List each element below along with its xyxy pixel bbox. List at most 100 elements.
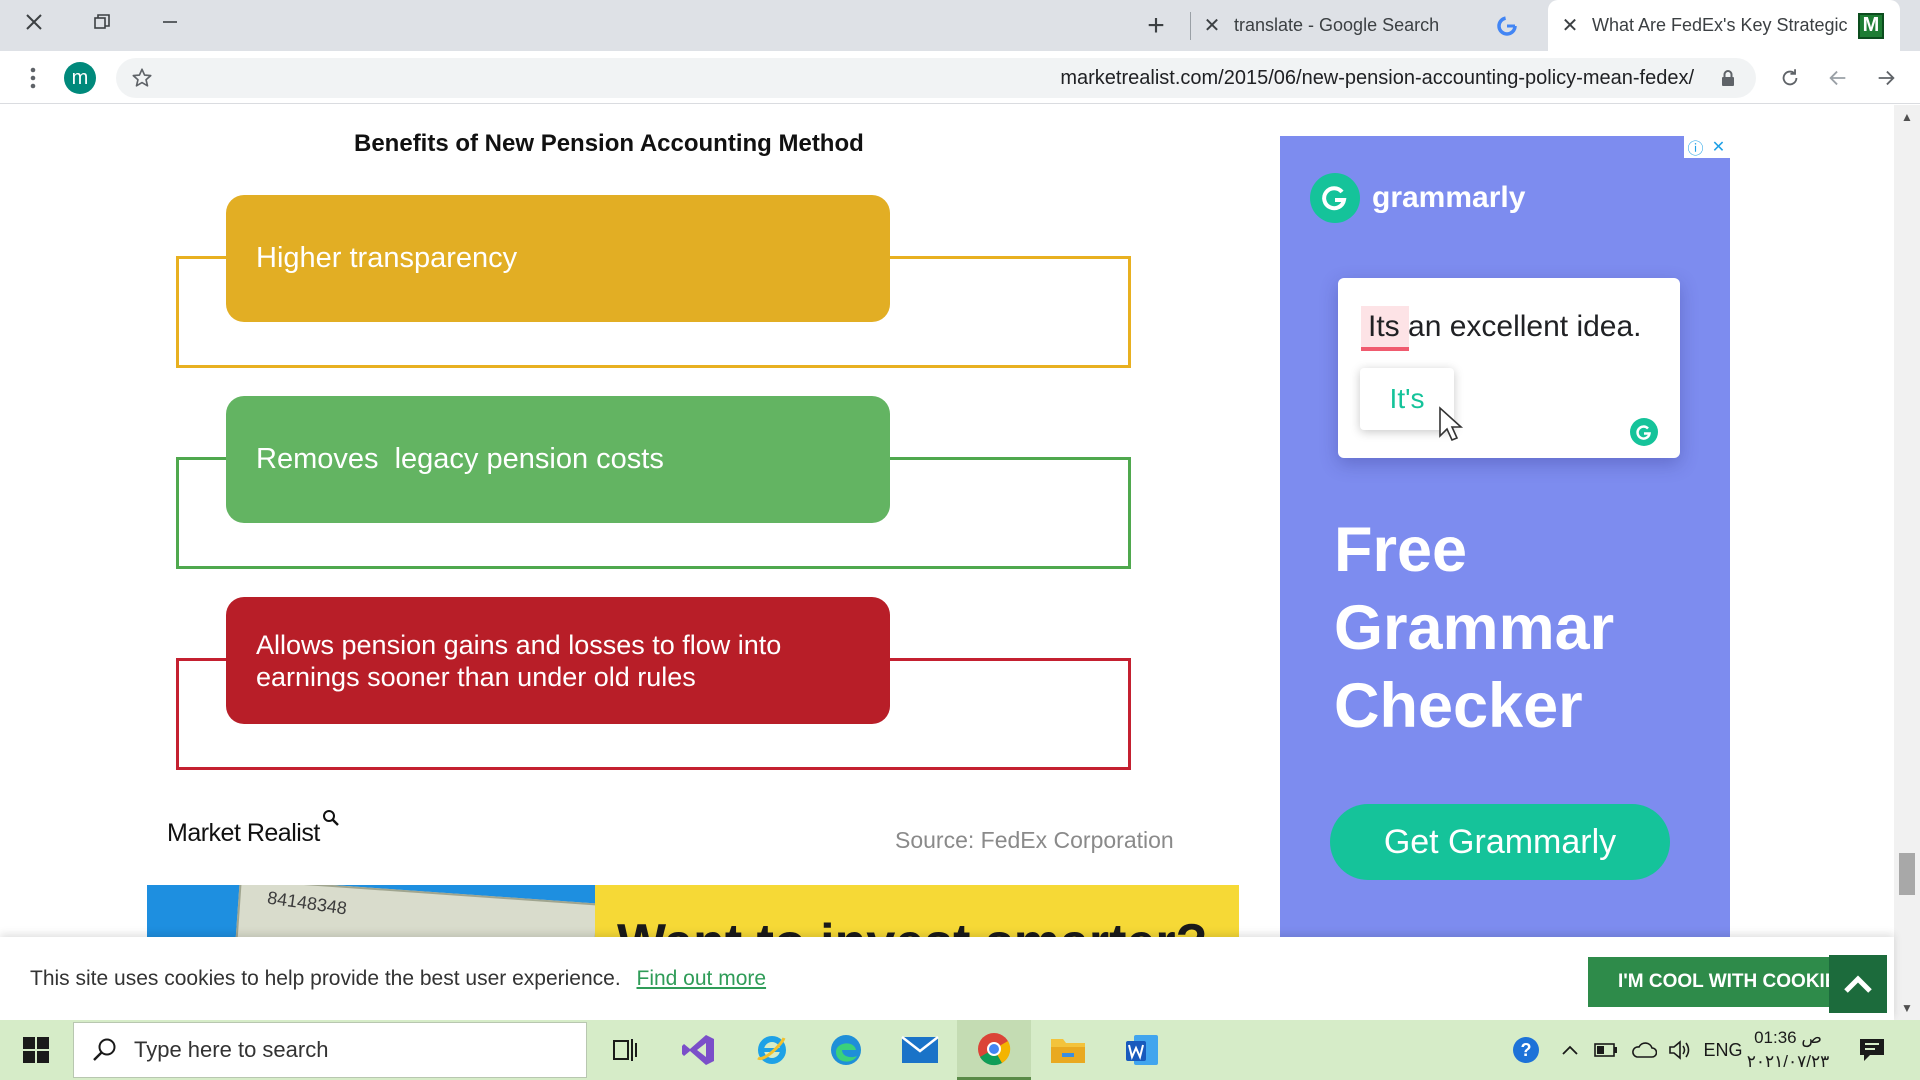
- taskbar-app-mail[interactable]: [883, 1020, 957, 1080]
- volume-tray-button[interactable]: [1666, 1020, 1696, 1080]
- ad-close-icon[interactable]: ✕: [1707, 136, 1730, 158]
- task-view-button[interactable]: [587, 1020, 661, 1080]
- windows-logo-icon: [23, 1037, 49, 1063]
- benefit-label: Removes legacy pension costs: [256, 442, 664, 475]
- google-favicon-icon: [1494, 13, 1520, 39]
- show-hidden-icons-button[interactable]: [1556, 1020, 1584, 1080]
- clock-time: 01:36 ص: [1754, 1028, 1822, 1047]
- benefit-pension-gains-losses: Allows pension gains and losses to flow …: [226, 597, 890, 724]
- chrome-icon: [978, 1032, 1011, 1065]
- tab-translate[interactable]: ✕ translate - Google Search: [1198, 0, 1530, 51]
- taskbar-app-edge[interactable]: [809, 1020, 883, 1080]
- ad-info-icon[interactable]: ⓘ: [1684, 136, 1707, 158]
- new-tab-button[interactable]: +: [1140, 0, 1172, 51]
- taskbar-app-chrome[interactable]: [957, 1020, 1031, 1080]
- word-icon: [1126, 1035, 1158, 1065]
- benefit-label: Higher transparency: [256, 241, 518, 274]
- svg-text:?: ?: [1521, 1040, 1532, 1060]
- cookie-message: This site uses cookies to help provide t…: [30, 967, 766, 991]
- taskbar-app-visual-studio[interactable]: [661, 1020, 735, 1080]
- tab-close-icon[interactable]: ✕: [1556, 13, 1584, 38]
- page-scrollbar[interactable]: ▲ ▼: [1894, 105, 1920, 1020]
- close-window-button[interactable]: [0, 0, 68, 44]
- lock-icon[interactable]: [1710, 60, 1746, 96]
- menu-button[interactable]: [15, 60, 51, 96]
- market-realist-favicon-icon: M: [1858, 12, 1884, 39]
- forward-button[interactable]: [1868, 60, 1904, 96]
- get-grammarly-button[interactable]: Get Grammarly: [1330, 804, 1670, 880]
- brand-name: Market Realist: [167, 819, 320, 847]
- error-underline: [1361, 347, 1409, 351]
- battery-tray-button[interactable]: [1592, 1020, 1620, 1080]
- tab-separator: [1190, 12, 1191, 40]
- edge-icon: [831, 1035, 861, 1065]
- infographic-title: Benefits of New Pension Accounting Metho…: [354, 130, 864, 157]
- market-realist-logo: Market Realist: [167, 810, 339, 848]
- chevron-up-icon: [1562, 1045, 1578, 1055]
- visual-studio-icon: [682, 1035, 714, 1065]
- cookie-consent-bar: This site uses cookies to help provide t…: [0, 937, 1894, 1020]
- notification-icon: [1860, 1039, 1884, 1061]
- system-clock[interactable]: 01:36 ص ٢٠٢١/٠٧/٢٣: [1738, 1026, 1838, 1074]
- scroll-down-arrow-icon[interactable]: ▼: [1894, 996, 1920, 1020]
- tab-title: translate - Google Search: [1234, 15, 1440, 35]
- back-button[interactable]: [1820, 60, 1856, 96]
- benefit-label-line: Allows pension gains and losses to flow …: [256, 629, 782, 660]
- headline-line: Grammar: [1334, 593, 1615, 663]
- start-button[interactable]: [0, 1020, 72, 1080]
- cloud-icon: [1632, 1042, 1657, 1058]
- tab-close-icon[interactable]: ✕: [1198, 13, 1226, 38]
- chevron-up-icon: [1844, 975, 1872, 993]
- arrow-left-icon: [1829, 70, 1846, 86]
- mouse-cursor-icon: [1439, 406, 1464, 442]
- restore-window-button[interactable]: [68, 0, 136, 44]
- minimize-window-button[interactable]: [136, 0, 204, 44]
- grammarly-small-icon: [1630, 418, 1658, 446]
- source-caption: Source: FedEx Corporation: [895, 827, 1174, 853]
- help-tray-button[interactable]: ?: [1508, 1020, 1544, 1080]
- taskbar-app-word[interactable]: [1105, 1020, 1179, 1080]
- page-content: Benefits of New Pension Accounting Metho…: [0, 105, 1894, 1020]
- tab-fedex[interactable]: ✕ What Are FedEx's Key Strategic B M: [1548, 0, 1900, 51]
- benefit-higher-transparency: Higher transparency: [226, 195, 890, 322]
- plus-icon: +: [1147, 8, 1165, 42]
- tab-title: What Are FedEx's Key Strategic B: [1592, 15, 1850, 35]
- restore-icon: [94, 14, 110, 29]
- search-icon: [93, 1038, 116, 1061]
- arrow-right-icon: [1878, 70, 1895, 86]
- ad-demo-card: Its an excellent idea. It's: [1338, 278, 1680, 458]
- reload-icon: [1782, 69, 1798, 86]
- grammarly-ad[interactable]: ⓘ ✕ grammarly Its an excellent idea. It'…: [1280, 136, 1730, 966]
- taskbar-search-box[interactable]: Type here to search: [73, 1022, 587, 1078]
- close-icon: [26, 14, 42, 30]
- reload-button[interactable]: [1772, 60, 1808, 96]
- clock-date: ٢٠٢١/٠٧/٢٣: [1746, 1052, 1830, 1071]
- bookmark-star-button[interactable]: [124, 60, 160, 96]
- action-center-button[interactable]: [1854, 1020, 1890, 1080]
- back-to-top-button[interactable]: [1829, 955, 1887, 1013]
- tab-bar: + ✕ translate - Google Search ✕ What Are…: [0, 0, 1920, 51]
- internet-explorer-icon: [757, 1036, 786, 1064]
- taskbar-app-internet-explorer[interactable]: [735, 1020, 809, 1080]
- find-out-more-link[interactable]: Find out more: [637, 967, 767, 990]
- battery-icon: [1594, 1043, 1617, 1057]
- help-icon: ?: [1513, 1037, 1539, 1063]
- headline-line: Checker: [1334, 671, 1583, 741]
- scroll-thumb[interactable]: [1899, 853, 1915, 895]
- speaker-icon: [1669, 1040, 1690, 1060]
- address-bar[interactable]: marketrealist.com/2015/06/new-pension-ac…: [116, 58, 1756, 98]
- onedrive-tray-button[interactable]: [1628, 1020, 1660, 1080]
- profile-avatar[interactable]: m: [64, 62, 96, 94]
- benefit-removes-legacy-costs: Removes legacy pension costs: [226, 396, 890, 523]
- star-icon: [132, 68, 152, 87]
- grammarly-wordmark: grammarly: [1372, 181, 1526, 214]
- folder-icon: [1051, 1039, 1085, 1063]
- url-text[interactable]: marketrealist.com/2015/06/new-pension-ac…: [1060, 67, 1694, 90]
- accept-cookies-label: I'M COOL WITH COOKIES: [1618, 971, 1851, 992]
- accept-cookies-button[interactable]: I'M COOL WITH COOKIES: [1588, 957, 1866, 1007]
- benefit-label-line: earnings sooner than under old rules: [256, 661, 696, 692]
- grammarly-logo: grammarly: [1310, 173, 1525, 223]
- scroll-up-arrow-icon[interactable]: ▲: [1894, 105, 1920, 129]
- taskbar-app-file-explorer[interactable]: [1031, 1020, 1105, 1080]
- mail-icon: [901, 1036, 939, 1063]
